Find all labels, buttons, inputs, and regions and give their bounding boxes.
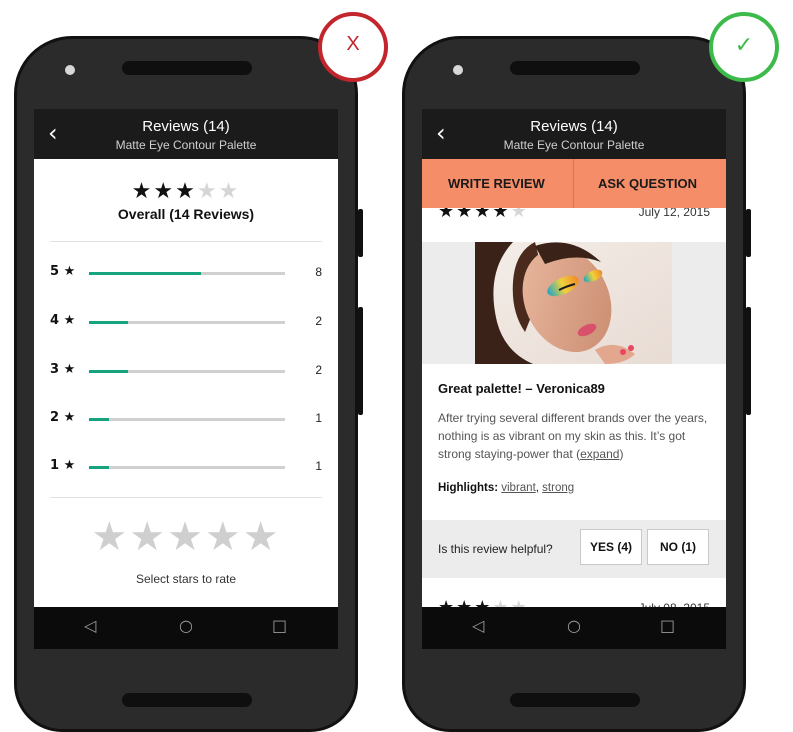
rating-count: 8 bbox=[315, 265, 322, 279]
rating-count: 2 bbox=[315, 314, 322, 328]
power-button bbox=[358, 209, 363, 257]
divider bbox=[50, 241, 322, 242]
select-stars-label: Select stars to rate bbox=[135, 572, 237, 586]
review-detail-screen: ★★★★★ July 12, 2015 Great palette! – Ver… bbox=[422, 109, 726, 649]
rating-row-3: 3 ★ 2 bbox=[34, 362, 338, 382]
highlights-line: Highlights: vibrant, strong bbox=[438, 482, 574, 494]
rating-bar-track bbox=[89, 418, 285, 421]
star-empty-icon: ★ bbox=[196, 179, 219, 204]
overall-reviews-label: Overall (14 Reviews) bbox=[117, 206, 255, 222]
highlights-label: Highlights: bbox=[438, 482, 499, 494]
screen-title: Reviews (14) bbox=[530, 118, 618, 135]
phone-wrong-example: ‹ Reviews (14) Matte Eye Contour Palette… bbox=[14, 36, 363, 732]
nav-back-icon[interactable]: ◁ bbox=[472, 616, 484, 635]
rating-label: 2 ★ bbox=[50, 410, 76, 425]
chin-bar bbox=[122, 693, 252, 707]
rating-bar-fill bbox=[89, 321, 129, 324]
android-nav-bar: ◁ ○ □ bbox=[34, 607, 338, 649]
screen-title: Reviews (14) bbox=[142, 118, 230, 135]
front-camera bbox=[65, 65, 75, 75]
review-text: After trying several different brands ov… bbox=[438, 411, 708, 461]
expand-link[interactable]: expand bbox=[580, 447, 619, 461]
helpful-panel: Is this review helpful? YES (4) NO (1) bbox=[422, 520, 726, 578]
nav-home-icon[interactable]: ○ bbox=[567, 616, 581, 635]
rating-count: 2 bbox=[315, 363, 322, 377]
helpful-no-button[interactable]: NO (1) bbox=[647, 529, 709, 565]
star-filled-icon: ★ bbox=[131, 179, 154, 204]
rating-count: 1 bbox=[315, 411, 322, 425]
rating-bar-track bbox=[89, 321, 285, 324]
write-review-button[interactable]: WRITE REVIEW bbox=[448, 176, 545, 191]
rating-bar-track bbox=[89, 466, 285, 469]
checkmark-icon: ✓ bbox=[734, 33, 754, 58]
x-icon: X bbox=[346, 33, 360, 55]
rating-label: 5 ★ bbox=[50, 264, 76, 279]
star-filled-icon: ★ bbox=[153, 179, 176, 204]
title-bar: ‹ Reviews (14) Matte Eye Contour Palette bbox=[34, 109, 338, 159]
nav-home-icon[interactable]: ○ bbox=[179, 616, 193, 635]
rating-bar-fill bbox=[89, 466, 109, 469]
wrong-badge: X bbox=[318, 12, 388, 82]
close-paren: ) bbox=[619, 447, 624, 461]
nav-recent-icon[interactable]: □ bbox=[660, 616, 675, 635]
volume-button bbox=[358, 307, 363, 415]
select-rating-stars[interactable]: ★★★★★ bbox=[34, 514, 338, 560]
phone-right-example: ★★★★★ July 12, 2015 Great palette! – Ver… bbox=[402, 36, 751, 732]
chin-bar bbox=[510, 693, 640, 707]
speaker-grille bbox=[122, 61, 252, 75]
rating-row-2: 2 ★ 1 bbox=[34, 410, 338, 430]
speaker-grille bbox=[510, 61, 640, 75]
reviews-summary-screen: ‹ Reviews (14) Matte Eye Contour Palette… bbox=[34, 109, 338, 649]
action-divider bbox=[573, 159, 574, 208]
star-empty-icon: ★ bbox=[218, 179, 241, 204]
rating-row-1: 1 ★ 1 bbox=[34, 458, 338, 478]
rating-label: 1 ★ bbox=[50, 458, 76, 473]
helpful-question: Is this review helpful? bbox=[438, 542, 553, 556]
rating-bar-fill bbox=[89, 272, 201, 275]
highlight-tag-vibrant[interactable]: vibrant bbox=[501, 482, 536, 494]
nav-back-icon[interactable]: ◁ bbox=[84, 616, 96, 635]
rating-row-4: 4 ★ 2 bbox=[34, 313, 338, 333]
rating-row-5: 5 ★ 8 bbox=[34, 264, 338, 284]
volume-button bbox=[746, 307, 751, 415]
rating-bar-track bbox=[89, 370, 285, 373]
screen-subtitle: Matte Eye Contour Palette bbox=[115, 138, 257, 152]
android-nav-bar: ◁ ○ □ bbox=[422, 607, 726, 649]
power-button bbox=[746, 209, 751, 257]
overall-rating-stars: ★★★★★ bbox=[34, 179, 338, 204]
review-title: Great palette! – Veronica89 bbox=[438, 381, 605, 396]
divider bbox=[50, 497, 322, 498]
rating-bar-track bbox=[89, 272, 285, 275]
highlight-tag-strong[interactable]: strong bbox=[542, 482, 574, 494]
rating-bar-fill bbox=[89, 370, 129, 373]
front-camera bbox=[453, 65, 463, 75]
rating-count: 1 bbox=[315, 459, 322, 473]
title-bar: ‹ Reviews (14) Matte Eye Contour Palette bbox=[422, 109, 726, 159]
screen-subtitle: Matte Eye Contour Palette bbox=[503, 138, 645, 152]
nav-recent-icon[interactable]: □ bbox=[272, 616, 287, 635]
review-photo-area bbox=[422, 242, 726, 364]
helpful-yes-button[interactable]: YES (4) bbox=[580, 529, 642, 565]
rating-label: 4 ★ bbox=[50, 313, 76, 328]
ask-question-button[interactable]: ASK QUESTION bbox=[598, 176, 697, 191]
star-filled-icon: ★ bbox=[175, 179, 197, 204]
review-photo[interactable] bbox=[475, 242, 672, 364]
rating-bar-fill bbox=[89, 418, 109, 421]
correct-badge: ✓ bbox=[709, 12, 779, 82]
rating-label: 3 ★ bbox=[50, 362, 76, 377]
review-body: After trying several different brands ov… bbox=[438, 409, 710, 463]
action-bar: WRITE REVIEW ASK QUESTION bbox=[422, 159, 726, 208]
